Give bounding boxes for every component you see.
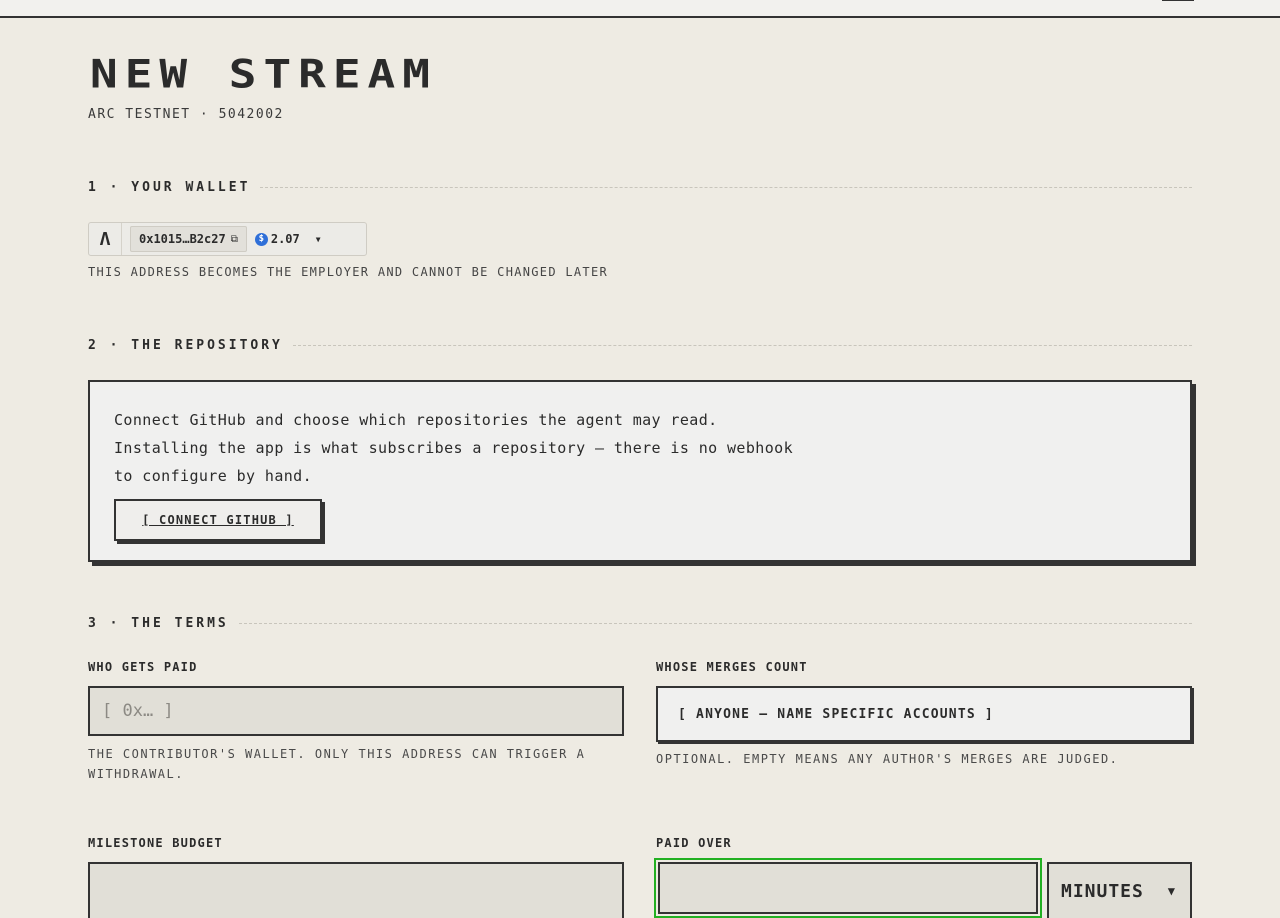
wallet-balance[interactable]: $ 2.07 ▼	[254, 232, 321, 246]
top-bar-menu-mark[interactable]	[1162, 0, 1194, 1]
page-title: NEW STREAM	[90, 50, 437, 97]
usdc-icon: $	[254, 232, 268, 246]
section-repository-title: 2 · THE REPOSITORY	[88, 337, 283, 353]
payee-help-line: WITHDRAWAL.	[88, 767, 184, 781]
section-repository-header: 2 · THE REPOSITORY	[88, 336, 1192, 354]
top-bar	[0, 0, 1280, 18]
repository-description: Connect GitHub and choose which reposito…	[114, 406, 793, 490]
repository-description-line: Connect GitHub and choose which reposito…	[114, 411, 718, 429]
repository-card: Connect GitHub and choose which reposito…	[88, 380, 1192, 562]
wallet-note: THIS ADDRESS BECOMES THE EMPLOYER AND CA…	[88, 265, 609, 279]
section-divider	[238, 622, 1192, 624]
chevron-down-icon: ▼	[1167, 884, 1176, 898]
authors-button[interactable]: [ ANYONE — NAME SPECIFIC ACCOUNTS ]	[656, 686, 1192, 742]
duration-focus-ring	[654, 858, 1042, 918]
wallet-widget[interactable]: Λ 0x1015…B2c27 ⧉ $ 2.07 ▼	[88, 222, 367, 256]
connect-github-button[interactable]: [ CONNECT GITHUB ]	[114, 499, 322, 541]
duration-label: PAID OVER	[656, 836, 732, 850]
section-divider	[292, 344, 1192, 346]
repository-description-line: to configure by hand.	[114, 467, 313, 485]
copy-icon[interactable]: ⧉	[231, 234, 238, 245]
payee-help-line: THE CONTRIBUTOR'S WALLET. ONLY THIS ADDR…	[88, 747, 586, 761]
wallet-address: 0x1015…B2c27	[139, 232, 226, 246]
section-terms-title: 3 · THE TERMS	[88, 615, 229, 631]
payee-label: WHO GETS PAID	[88, 660, 198, 674]
authors-label: WHOSE MERGES COUNT	[656, 660, 808, 674]
repository-description-line: Installing the app is what subscribes a …	[114, 439, 794, 457]
section-divider	[260, 186, 1192, 188]
budget-label: MILESTONE BUDGET	[88, 836, 223, 850]
payee-address-input[interactable]	[88, 686, 624, 736]
wallet-address-chip[interactable]: 0x1015…B2c27 ⧉	[130, 226, 247, 252]
authors-help: OPTIONAL. EMPTY MEANS ANY AUTHOR'S MERGE…	[656, 752, 1119, 766]
section-wallet-header: 1 · YOUR WALLET	[88, 178, 1192, 196]
duration-unit-value: MINUTES	[1061, 880, 1144, 902]
section-terms-header: 3 · THE TERMS	[88, 614, 1192, 632]
section-wallet-title: 1 · YOUR WALLET	[88, 179, 251, 195]
budget-input[interactable]	[88, 862, 624, 918]
network-label: ARC TESTNET · 5042002	[88, 107, 284, 122]
arc-logo-icon: Λ	[89, 223, 122, 255]
payee-help: THE CONTRIBUTOR'S WALLET. ONLY THIS ADDR…	[88, 744, 585, 784]
duration-input[interactable]	[658, 862, 1038, 914]
balance-value: 2.07	[270, 232, 300, 246]
duration-unit-select[interactable]: MINUTES ▼	[1047, 862, 1192, 918]
chevron-down-icon[interactable]: ▼	[316, 235, 321, 244]
